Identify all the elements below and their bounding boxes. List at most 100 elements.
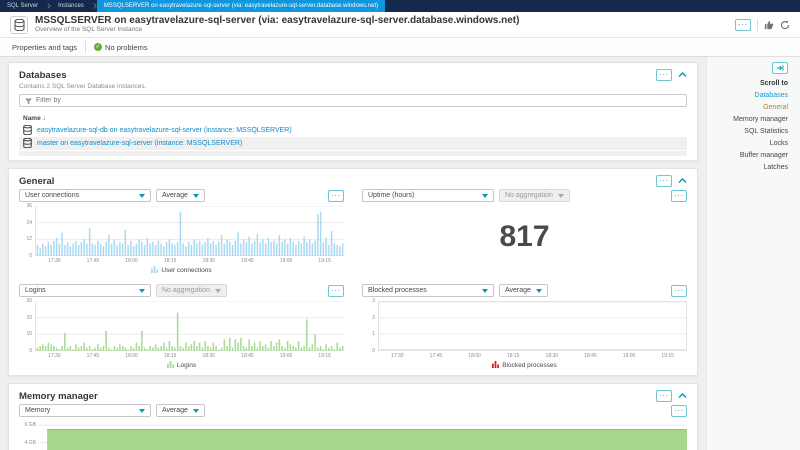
metric-select-memory[interactable]: Memory: [19, 404, 151, 417]
memory-chart[interactable]: [39, 421, 687, 450]
scroll-to-latches[interactable]: Latches: [707, 164, 788, 171]
chevron-down-icon: [139, 193, 145, 198]
scroll-to-databases[interactable]: Databases: [707, 92, 788, 99]
databases-subtitle: Contains 2 SQL Server Database instances…: [19, 83, 147, 90]
aggregation-select[interactable]: Average: [156, 404, 205, 417]
memory-collapse-chevron-up-icon[interactable]: [678, 393, 687, 399]
breadcrumb-separator-icon: [45, 3, 51, 9]
aggregation-select[interactable]: Average: [156, 189, 205, 202]
collapse-panel-button[interactable]: [772, 62, 788, 74]
chart-more-options-button[interactable]: ···: [328, 284, 344, 297]
scroll-to-buffer-manager[interactable]: Buffer manager: [707, 152, 788, 159]
table-footer-strip: [19, 151, 687, 156]
chevron-down-icon: [192, 193, 199, 198]
general-section: General ··· User connections Average ···: [8, 168, 698, 376]
legend-label: User connections: [161, 267, 212, 274]
thumbs-up-icon[interactable]: [764, 20, 774, 30]
problems-status[interactable]: ✓ No problems: [94, 43, 148, 52]
select-value: Logins: [25, 287, 46, 294]
sort-descending-icon: ↓: [42, 115, 46, 122]
uptime-value: 817: [499, 220, 550, 253]
chevron-down-icon: [214, 288, 221, 293]
ellipsis-icon: ···: [738, 19, 748, 29]
scroll-to-memory-manager[interactable]: Memory manager: [707, 116, 788, 123]
chart-legend[interactable]: Logins: [19, 359, 344, 371]
chart-legend[interactable]: Blocked processes: [362, 359, 687, 371]
header-more-options-button[interactable]: ···: [735, 18, 751, 31]
chevron-down-icon: [139, 288, 145, 293]
select-value: Average: [162, 407, 188, 414]
database-link[interactable]: master on easytravelazure-sql-server (in…: [37, 140, 242, 147]
metric-select-uptime[interactable]: Uptime (hours): [362, 189, 494, 202]
x-axis-labels: 17:30 17:45 18:00 18:15 18:30 18:45 19:00 19:15: [48, 258, 331, 264]
database-icon: [23, 137, 32, 150]
logins-panel: Logins No aggregation ··· 0 10 20 30 17:30 1…: [19, 284, 344, 371]
general-more-options-button[interactable]: ···: [656, 175, 672, 187]
scroll-to-label: Scroll to: [759, 80, 788, 87]
properties-and-tags-toggle[interactable]: Properties and tags: [12, 43, 77, 52]
y-axis-labels: 0123: [372, 298, 375, 354]
table-row-database-2[interactable]: master on easytravelazure-sql-server (in…: [19, 137, 687, 150]
user-connections-chart[interactable]: [35, 206, 344, 256]
general-collapse-chevron-up-icon[interactable]: [678, 178, 687, 184]
divider: [85, 41, 87, 53]
x-axis-labels: 17:30 17:45 18:00 18:15 18:30 18:45 19:00 19:15: [391, 353, 674, 359]
chart-more-options-button[interactable]: ···: [671, 404, 687, 417]
breadcrumb-separator-icon: [90, 3, 97, 9]
status-text: No problems: [105, 42, 148, 52]
scroll-to-general[interactable]: General: [707, 104, 788, 111]
legend-bars-icon: [166, 361, 174, 370]
select-value: Average: [505, 287, 531, 294]
metric-select-logins[interactable]: Logins: [19, 284, 151, 297]
chart-legend[interactable]: User connections: [19, 264, 344, 276]
databases-more-options-button[interactable]: ···: [656, 69, 672, 81]
metric-select-user-connections[interactable]: User connections: [19, 189, 151, 202]
legend-bars-icon: [151, 266, 159, 275]
databases-filter: [19, 94, 687, 107]
scroll-to-sql-statistics[interactable]: SQL Statistics: [707, 128, 788, 135]
select-value: User connections: [25, 192, 80, 199]
ellipsis-icon: ···: [674, 285, 684, 295]
aggregation-select-disabled: No aggregation: [156, 284, 227, 297]
scroll-to-locks[interactable]: Locks: [707, 140, 788, 147]
breadcrumb-item-instances[interactable]: Instances: [51, 0, 91, 12]
chart-more-options-button[interactable]: ···: [671, 284, 687, 297]
databases-title: Databases: [19, 69, 67, 81]
chevron-down-icon: [192, 408, 199, 413]
ellipsis-icon: ···: [674, 190, 684, 200]
databases-filter-input[interactable]: [36, 97, 681, 104]
filter-funnel-icon: [25, 92, 32, 110]
breadcrumb-item-sql-server[interactable]: SQL Server: [0, 0, 45, 12]
aggregation-select-disabled: No aggregation: [499, 189, 570, 202]
legend-bars-icon: [492, 361, 500, 370]
blocked-processes-chart[interactable]: [378, 301, 687, 351]
chevron-down-icon: [482, 193, 488, 198]
ellipsis-icon: ···: [674, 405, 684, 415]
aggregation-select[interactable]: Average: [499, 284, 548, 297]
logins-chart[interactable]: [35, 301, 344, 351]
legend-label: Logins: [176, 362, 197, 369]
ellipsis-icon: ···: [331, 285, 341, 295]
breadcrumb-item-current-instance[interactable]: MSSQLSERVER on easytravelazure-sql-serve…: [96, 0, 386, 12]
databases-collapse-chevron-up-icon[interactable]: [678, 72, 687, 78]
chart-more-options-button[interactable]: ···: [671, 189, 687, 202]
memory-more-options-button[interactable]: ···: [656, 390, 672, 402]
select-value: Memory: [25, 407, 51, 414]
database-link[interactable]: easytravelazure-sql-db on easytravelazur…: [37, 127, 292, 134]
memory-manager-title: Memory manager: [19, 390, 98, 402]
memory-manager-section: Memory manager ··· Memory Average ··· 6 …: [8, 383, 698, 450]
table-row-database-1[interactable]: easytravelazure-sql-db on easytravelazur…: [19, 124, 687, 137]
select-value: Uptime (hours): [368, 192, 415, 199]
refresh-icon[interactable]: [780, 19, 790, 30]
uptime-panel: Uptime (hours) No aggregation ··· 817: [362, 189, 687, 276]
general-title: General: [19, 175, 55, 187]
divider: [757, 18, 758, 31]
databases-section: Databases ··· Contains 2 SQL Server Data…: [8, 62, 698, 161]
metric-select-blocked-processes[interactable]: Blocked processes: [362, 284, 494, 297]
name-column-header[interactable]: Name ↓: [19, 113, 687, 124]
ellipsis-icon: ···: [331, 190, 341, 200]
chart-more-options-button[interactable]: ···: [328, 189, 344, 202]
chevron-down-icon: [482, 288, 488, 293]
select-value: Blocked processes: [368, 287, 427, 294]
chevron-down-icon: [535, 288, 542, 293]
